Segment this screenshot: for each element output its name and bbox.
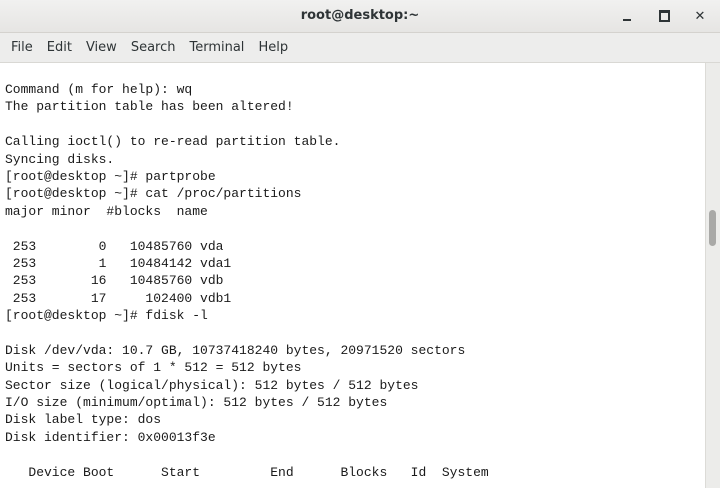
maximize-button[interactable] [654, 6, 674, 26]
menu-edit[interactable]: Edit [40, 40, 79, 55]
window-title: root@desktop:~ [300, 8, 420, 23]
terminal-window: root@desktop:~ ✕ File Edit View Search T… [0, 0, 720, 488]
terminal-line: The partition table has been altered! [5, 99, 294, 115]
minimize-icon [623, 19, 631, 21]
terminal-line: major minor #blocks name [5, 203, 208, 219]
menu-search[interactable]: Search [124, 40, 183, 55]
terminal-line: [root@desktop ~]# fdisk -l [5, 308, 208, 324]
terminal-line: [root@desktop ~]# partprobe [5, 168, 216, 184]
terminal-line: Disk /dev/vda: 10.7 GB, 10737418240 byte… [5, 342, 466, 358]
minimize-button[interactable] [617, 6, 637, 26]
terminal-line: Disk identifier: 0x00013f3e [5, 429, 216, 445]
terminal-line: Syncing disks. [5, 151, 115, 167]
scrollbar-thumb[interactable] [709, 210, 716, 246]
menu-file[interactable]: File [4, 40, 40, 55]
terminal-line: 253 1 10484142 vda1 [5, 255, 232, 271]
terminal-output[interactable]: Command (m for help): wq The partition t… [0, 63, 705, 488]
close-icon: ✕ [694, 8, 706, 24]
terminal-line: 253 16 10485760 vdb [5, 273, 224, 289]
terminal-line: Command (m for help): wq [5, 82, 193, 97]
terminal-line: 253 17 102400 vdb1 [5, 290, 232, 306]
title-bar[interactable]: root@desktop:~ ✕ [0, 0, 720, 33]
terminal-line: Sector size (logical/physical): 512 byte… [5, 377, 419, 393]
close-button[interactable]: ✕ [690, 6, 710, 26]
menu-terminal[interactable]: Terminal [182, 40, 251, 55]
vertical-scrollbar[interactable] [705, 63, 720, 488]
terminal-line: Units = sectors of 1 * 512 = 512 bytes [5, 360, 302, 376]
menu-view[interactable]: View [79, 40, 124, 55]
terminal-line: Calling ioctl() to re-read partition tab… [5, 134, 341, 150]
terminal-line: I/O size (minimum/optimal): 512 bytes / … [5, 395, 388, 411]
terminal-line: Disk label type: dos [5, 412, 162, 428]
maximize-icon [658, 10, 670, 22]
menu-bar: File Edit View Search Terminal Help [0, 33, 720, 63]
menu-help[interactable]: Help [251, 40, 295, 55]
terminal-line: Device Boot Start End Blocks Id System [5, 464, 489, 480]
terminal-line: 253 0 10485760 vda [5, 238, 224, 254]
terminal-line: [root@desktop ~]# cat /proc/partitions [5, 186, 302, 202]
